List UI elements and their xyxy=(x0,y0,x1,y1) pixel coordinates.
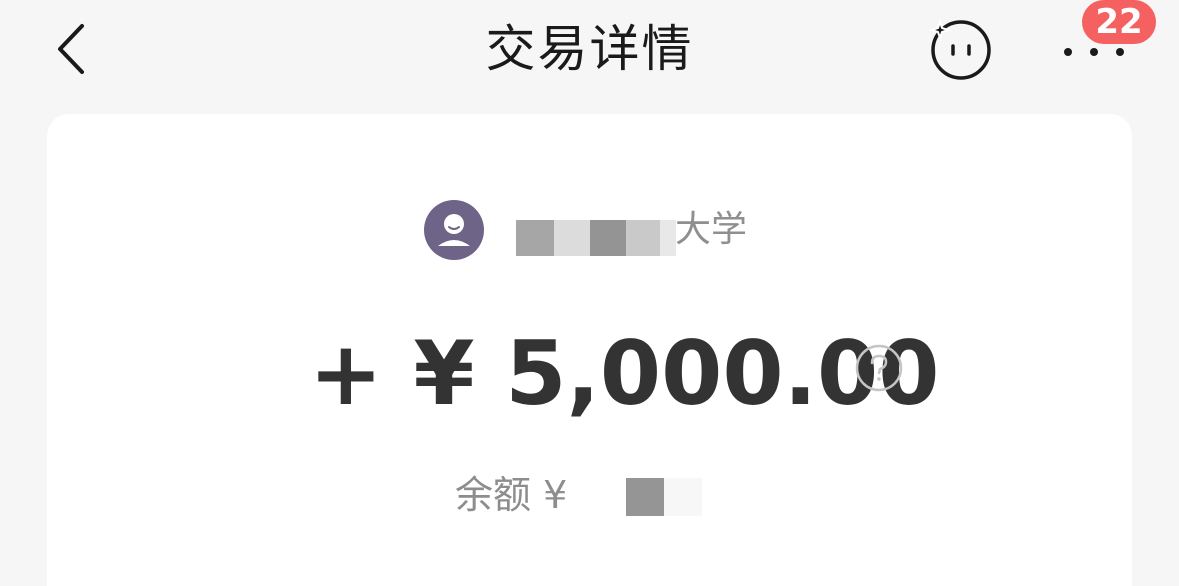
payer-name-suffix: 大学 xyxy=(675,209,748,250)
assistant-button[interactable] xyxy=(926,14,996,84)
redacted-payer-name xyxy=(516,220,676,256)
transaction-card: 大学 + ¥ 5,000.00 余额 ¥ xyxy=(47,114,1132,586)
balance-label: 余额 ¥ xyxy=(455,473,568,517)
transaction-amount: + ¥ 5,000.00 xyxy=(309,322,940,425)
question-circle-icon xyxy=(855,344,903,392)
transaction-detail-page: 交易详情 22 大学 + ¥ 5,000.00 余额 ¥ xyxy=(0,0,1179,586)
smile-sparkle-icon xyxy=(928,18,991,80)
redacted-balance xyxy=(626,478,702,516)
top-nav-bar: 交易详情 22 xyxy=(0,0,1179,100)
user-icon xyxy=(438,214,470,246)
notification-badge: 22 xyxy=(1082,0,1156,44)
payer-row: 大学 xyxy=(47,200,1132,260)
amount-help-button[interactable] xyxy=(855,344,903,392)
page-title: 交易详情 xyxy=(485,20,694,78)
amount-row: + ¥ 5,000.00 xyxy=(47,324,1132,424)
avatar xyxy=(424,200,484,260)
